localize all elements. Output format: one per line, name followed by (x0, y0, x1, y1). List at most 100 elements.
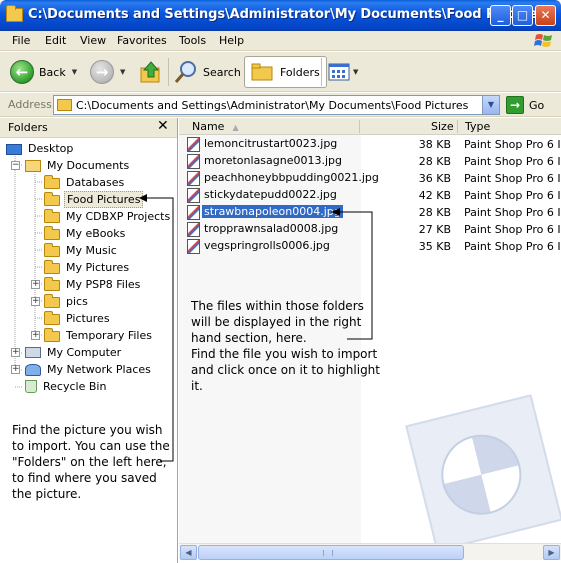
column-divider[interactable] (457, 120, 458, 133)
search-button[interactable]: Search (174, 56, 241, 88)
folder-icon (6, 5, 23, 22)
file-list-header: Name ▲ Size Type (179, 118, 561, 135)
tree-item-label: Pictures (66, 312, 110, 325)
file-list-pane: Name ▲ Size Type lemoncitrustart0023.jpg … (179, 118, 561, 563)
minimize-button[interactable]: _ (490, 5, 511, 26)
tree-item-label: Recycle Bin (43, 380, 107, 393)
views-icon (328, 63, 350, 81)
up-folder-icon (140, 61, 160, 83)
chevron-down-icon[interactable]: ▼ (353, 68, 358, 76)
file-size: 27 KB (418, 223, 451, 236)
file-row[interactable]: moretonlasagne0013.jpg 28 KB Paint Shop … (179, 153, 561, 170)
column-header-name[interactable]: Name ▲ (192, 120, 239, 133)
expand-icon[interactable]: + (31, 297, 40, 306)
expand-icon[interactable]: + (11, 348, 20, 357)
folder-icon (57, 99, 72, 111)
folder-icon (44, 209, 60, 223)
annotation-line: The files within those folders (191, 299, 364, 313)
file-size: 28 KB (418, 206, 451, 219)
back-button[interactable]: ← Back ▼ (10, 56, 77, 88)
menu-favorites[interactable]: Favorites (117, 34, 167, 47)
tree-item-food-pictures[interactable]: Food Pictures (44, 191, 144, 208)
search-label: Search (203, 65, 241, 79)
address-value: C:\Documents and Settings\Administrator\… (76, 99, 469, 112)
tree-item-label: My Music (66, 244, 117, 257)
folder-icon (44, 192, 60, 206)
views-button[interactable]: ▼ (328, 56, 358, 88)
image-file-icon (187, 205, 200, 220)
column-header-type[interactable]: Type (465, 120, 490, 133)
tree-item-label: Databases (66, 176, 125, 189)
expand-icon[interactable]: + (11, 365, 20, 374)
tree-item-my-documents[interactable]: My Documents (25, 157, 131, 174)
column-divider[interactable] (359, 120, 360, 133)
expand-icon[interactable]: + (31, 280, 40, 289)
image-file-icon (187, 222, 200, 237)
back-label: Back (39, 65, 66, 79)
go-arrow-icon: → (506, 96, 524, 114)
file-row[interactable]: lemoncitrustart0023.jpg 38 KB Paint Shop… (179, 136, 561, 153)
expand-icon[interactable]: + (31, 331, 40, 340)
my-documents-icon (25, 159, 41, 172)
my-computer-icon (25, 347, 41, 358)
tree-item-my-psp8-files[interactable]: My PSP8 Files (44, 276, 142, 293)
tree-item-label: My Documents (47, 159, 130, 172)
annotation-line: hand section, here. (191, 331, 307, 345)
chevron-down-icon[interactable]: ▼ (120, 68, 125, 76)
chevron-down-icon[interactable]: ▼ (482, 96, 499, 114)
menu-help[interactable]: Help (219, 34, 244, 47)
address-label: Address (8, 98, 52, 111)
folder-icon (44, 294, 60, 308)
menu-view[interactable]: View (80, 34, 106, 47)
toolbar-separator (168, 58, 169, 86)
close-button[interactable]: ✕ (535, 5, 556, 26)
folders-button[interactable]: Folders (244, 56, 327, 88)
menu-file[interactable]: File (12, 34, 30, 47)
music-folder-icon (44, 243, 60, 257)
scroll-right-icon[interactable]: ▶ (543, 545, 560, 560)
file-type: Paint Shop Pro 6 Im (464, 189, 561, 202)
tree-item-desktop[interactable]: Desktop (6, 140, 75, 157)
tree-item-pics[interactable]: pics (44, 293, 90, 310)
image-file-icon (187, 171, 200, 186)
tree-item-pictures[interactable]: Pictures (44, 310, 112, 327)
file-type: Paint Shop Pro 6 Im (464, 206, 561, 219)
file-size: 28 KB (418, 155, 451, 168)
toolbar-separator (321, 58, 322, 86)
tree-item-my-pictures[interactable]: My Pictures (44, 259, 131, 276)
maximize-button[interactable]: □ (512, 5, 533, 26)
file-row[interactable]: peachhoneybbpudding0021.jpg 36 KB Paint … (179, 170, 561, 187)
sort-ascending-icon: ▲ (232, 123, 239, 132)
toolbar: ← Back ▼ → ▼ Search Folders ▼ (0, 52, 561, 92)
chevron-down-icon[interactable]: ▼ (72, 68, 77, 76)
scrollbar-thumb[interactable] (198, 545, 464, 560)
pictures-folder-icon (44, 260, 60, 274)
scroll-left-icon[interactable]: ◀ (180, 545, 197, 560)
tree-item-my-computer[interactable]: My Computer (25, 344, 123, 361)
tree-item-label: My eBooks (66, 227, 126, 240)
file-size: 38 KB (418, 138, 451, 151)
folders-pane: Folders ✕ Desktop − My Documents Databas… (0, 118, 178, 563)
tree-item-recycle-bin[interactable]: Recycle Bin (25, 378, 108, 395)
forward-arrow-icon: → (90, 60, 114, 84)
address-input[interactable]: C:\Documents and Settings\Administrator\… (53, 95, 500, 115)
tree-item-my-ebooks[interactable]: My eBooks (44, 225, 127, 242)
tree-item-databases[interactable]: Databases (44, 174, 126, 191)
menu-edit[interactable]: Edit (45, 34, 66, 47)
collapse-icon[interactable]: − (11, 161, 20, 170)
tree-item-label: pics (66, 295, 88, 308)
horizontal-scrollbar[interactable]: ◀ ▶ (179, 543, 561, 560)
column-header-size[interactable]: Size (431, 120, 454, 133)
folders-label: Folders (280, 65, 320, 79)
watermark-image-icon (405, 394, 561, 552)
forward-button[interactable]: → ▼ (90, 56, 125, 88)
menu-tools[interactable]: Tools (179, 34, 206, 47)
up-folder-button[interactable] (140, 56, 162, 88)
folders-annotation: Find the picture you wish to import. You… (12, 423, 170, 501)
file-type: Paint Shop Pro 6 Im (464, 172, 561, 185)
file-row[interactable]: stickydatepudd0022.jpg 42 KB Paint Shop … (179, 187, 561, 204)
tree-item-my-music[interactable]: My Music (44, 242, 119, 259)
desktop-icon (6, 143, 22, 155)
recycle-bin-icon (25, 380, 37, 393)
go-button[interactable]: → Go (506, 96, 544, 114)
